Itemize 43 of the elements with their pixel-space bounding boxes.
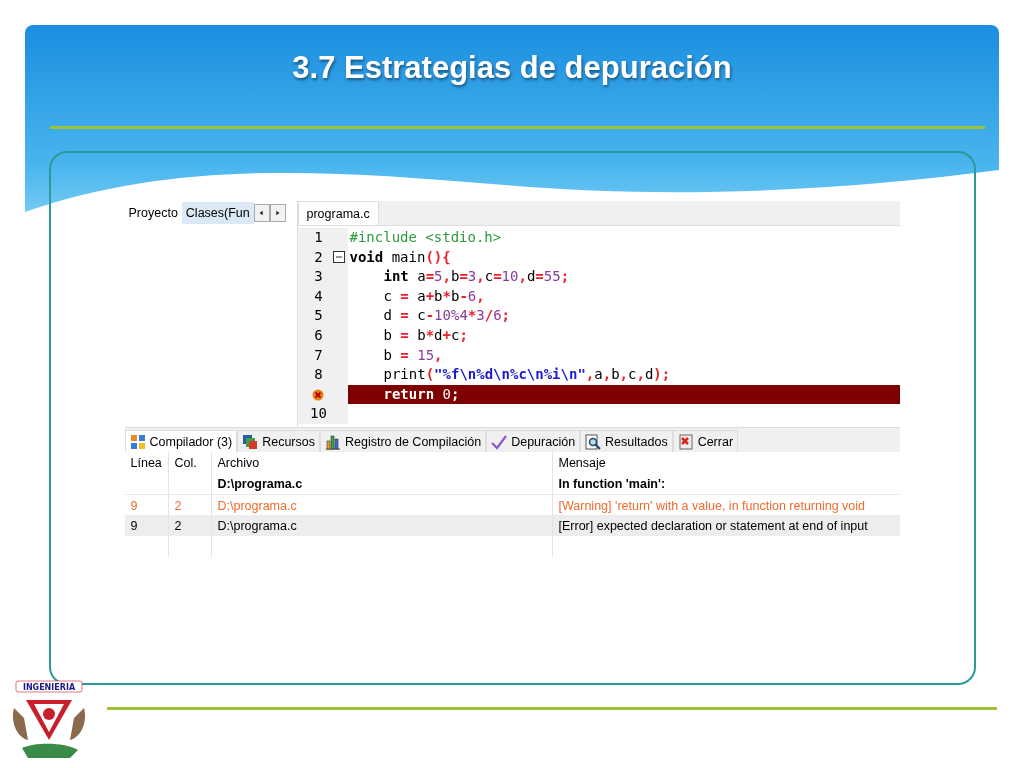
table-cell: D:\programa.c (210, 473, 552, 494)
close-icon (677, 433, 694, 450)
column-header: Mensaje (551, 452, 900, 473)
code-line: void main(){ (348, 247, 452, 267)
code-line: d = c-10%4*3/6; (382, 306, 511, 326)
line-number: 4 (313, 286, 324, 306)
code-line: b = 15, (382, 345, 444, 365)
code-line: c = a+b*b-6, (382, 286, 486, 306)
column-header: Archivo (210, 452, 552, 473)
line-number: 6 (313, 325, 324, 345)
output-tab[interactable]: Registro de Compilación (319, 430, 487, 452)
line-number: 2 (313, 247, 324, 267)
table-cell: 2 (167, 515, 211, 536)
magnifier-icon (585, 433, 602, 450)
column-header: Col. (167, 452, 211, 473)
stacked-squares-icon (242, 433, 259, 450)
table-cell: [Error] expected declaration or statement at end of input (551, 515, 900, 536)
file-tab[interactable]: programa.c (297, 201, 379, 225)
output-tab[interactable]: Resultados (580, 430, 673, 452)
line-number: 8 (313, 365, 324, 385)
table-cell: D:\programa.c (210, 515, 552, 536)
slide-title: 3.7 Estrategias de depuración (292, 50, 732, 87)
code-line: int a=5,b=3,c=10,d=55; (382, 267, 571, 287)
panel-tab[interactable]: Clases(Fun (181, 202, 254, 224)
bar-chart-icon (324, 433, 341, 450)
column-header: Línea (129, 455, 163, 472)
code-line: #include <stdio.h> (348, 228, 503, 247)
output-tab[interactable]: Recursos (237, 430, 320, 452)
line-number: 7 (313, 345, 324, 365)
table-cell: In function 'main': (551, 473, 900, 494)
output-tab[interactable]: Cerrar (672, 430, 739, 452)
line-number: 10 (309, 404, 328, 424)
output-tab[interactable]: Compilador (3) (124, 430, 238, 452)
code-line: print("%f\n%d\n%c\n%i\n",a,b,c,d); (382, 365, 672, 385)
table-cell: 9 (124, 515, 168, 536)
line-number: 3 (313, 267, 324, 287)
output-tab[interactable]: Depuración (486, 430, 581, 452)
checkmark-icon (491, 433, 508, 450)
line-number: 5 (313, 306, 324, 326)
line-number: 1 (313, 228, 324, 247)
grid-icon (129, 433, 146, 450)
code-line: b = b*d+c; (382, 325, 469, 345)
crest-logo: INGENIERIA (10, 678, 88, 764)
